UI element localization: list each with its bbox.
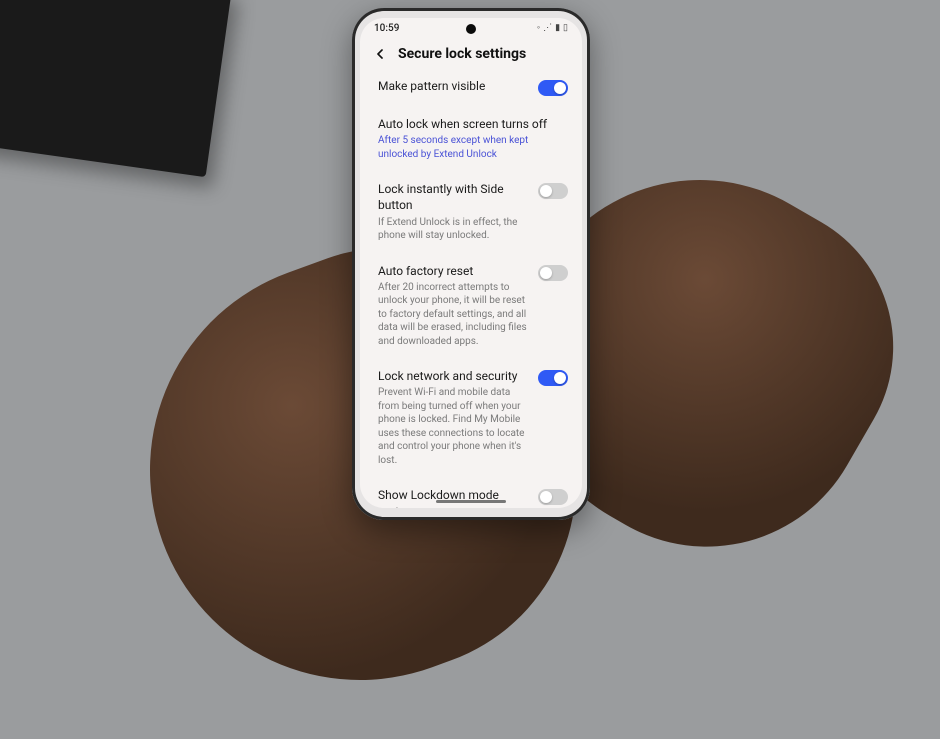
toggle-lock-instantly[interactable] (538, 183, 568, 199)
screen: 10:59 ◦ ⋰ ▮ ▯ Secure lock settings Make … (360, 18, 582, 508)
status-time: 10:59 (374, 23, 399, 34)
toggle-show-lockdown[interactable] (538, 489, 568, 505)
row-sub: If Extend Unlock is in effect, the phone… (378, 216, 530, 243)
row-title: Lock network and security (378, 368, 530, 384)
battery-icon: ▯ (563, 24, 568, 33)
row-make-pattern-visible[interactable]: Make pattern visible (364, 68, 578, 106)
toggle-lock-network-security[interactable] (538, 370, 568, 386)
row-title: Auto lock when screen turns off (378, 116, 568, 132)
wifi-icon: ◦ (537, 24, 540, 33)
row-lock-network-security[interactable]: Lock network and security Prevent Wi-Fi … (364, 358, 578, 477)
row-show-lockdown[interactable]: Show Lockdown mode option Display a Powe… (364, 477, 578, 508)
row-title: Lock instantly with Side button (378, 181, 530, 213)
status-icons: ◦ ⋰ ▮ ▯ (537, 24, 568, 33)
row-sub: After 5 seconds except when kept unlocke… (378, 134, 568, 161)
row-lock-instantly[interactable]: Lock instantly with Side button If Exten… (364, 171, 578, 252)
toggle-auto-factory-reset[interactable] (538, 265, 568, 281)
row-sub: After 20 incorrect attempts to unlock yo… (378, 281, 530, 349)
row-auto-lock[interactable]: Auto lock when screen turns off After 5 … (364, 106, 578, 171)
toggle-make-pattern-visible[interactable] (538, 80, 568, 96)
product-box: Galaxy S25 Ultra (0, 0, 232, 177)
header: Secure lock settings (360, 36, 582, 68)
home-indicator[interactable] (436, 500, 506, 503)
front-camera-punch-hole (466, 24, 476, 34)
network-icon: ⋰ (543, 24, 552, 33)
row-title: Auto factory reset (378, 263, 530, 279)
back-icon[interactable] (372, 46, 388, 62)
row-title: Make pattern visible (378, 78, 530, 94)
page-title: Secure lock settings (398, 46, 526, 62)
row-sub: Prevent Wi-Fi and mobile data from being… (378, 386, 530, 467)
signal-icon: ▮ (555, 24, 560, 33)
phone-frame: 10:59 ◦ ⋰ ▮ ▯ Secure lock settings Make … (352, 8, 590, 520)
row-auto-factory-reset[interactable]: Auto factory reset After 20 incorrect at… (364, 253, 578, 359)
row-title: Show Lockdown mode option (378, 487, 530, 508)
settings-list: Make pattern visible Auto lock when scre… (360, 68, 582, 508)
